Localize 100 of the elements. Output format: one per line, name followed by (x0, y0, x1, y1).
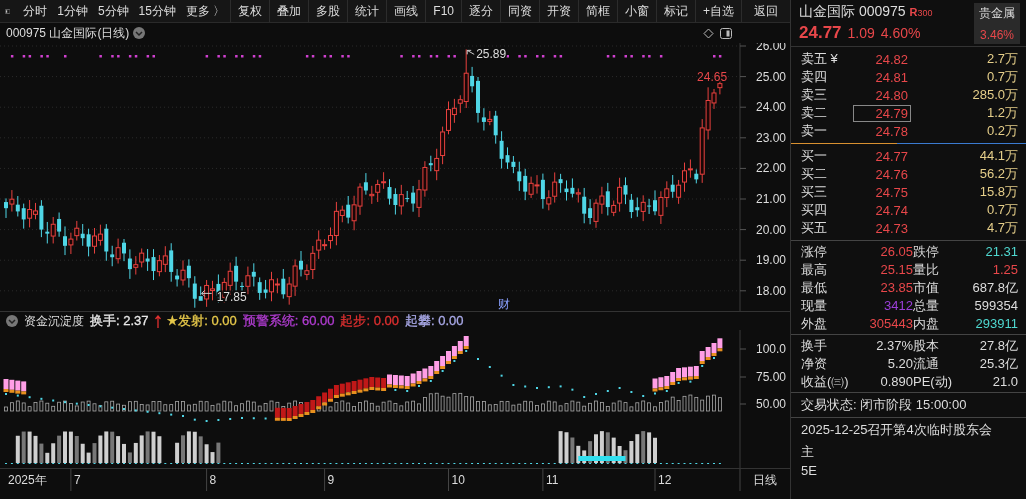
stat-value: 21.0 (991, 373, 1018, 390)
order-price[interactable]: 24.78 (853, 122, 911, 140)
order-price[interactable]: 24.80 (853, 86, 911, 104)
order-volume: 4.7万 (985, 219, 1018, 237)
indicator-value: 预警系统: 60.00 (242, 312, 335, 330)
percent-change: 4.60% (880, 25, 921, 41)
order-price[interactable]: 24.74 (853, 201, 911, 219)
stat-value: 2.37% (875, 337, 913, 354)
dropdown-icon[interactable] (133, 27, 146, 39)
sector-change: 3.46% (980, 28, 1014, 42)
order-volume: 15.8万 (978, 183, 1018, 201)
panel-icon[interactable] (720, 27, 732, 39)
fund-flow-label: 主 (800, 443, 815, 461)
stat-label: 净资 (801, 355, 828, 372)
stat-label: 外盘 (801, 315, 828, 332)
order-price[interactable]: 24.75 (853, 183, 911, 201)
order-price[interactable]: 24.77 (853, 147, 911, 165)
period-tab[interactable]: 分时 (18, 2, 53, 20)
indicator-value: 起步: 0.00 (340, 312, 399, 330)
stat-label: 股本 (913, 337, 940, 354)
stat-label: 涨停 (801, 243, 828, 260)
order-level-label: 卖五 ¥ (801, 50, 839, 68)
price-change: 1.09 (847, 25, 875, 41)
stat-value: 27.8亿 (978, 337, 1018, 354)
price-axis-label: 24.00 (755, 100, 786, 115)
stat-value: 26.05 (879, 243, 913, 260)
stat-label: 跌停 (913, 243, 940, 260)
order-level-label: 买三 (801, 183, 828, 201)
stat-label: 总量 (913, 297, 940, 314)
order-volume: 1.2万 (985, 104, 1018, 122)
sector-name: 贵金属 (979, 5, 1015, 22)
order-level-label: 卖四 (801, 68, 828, 86)
stat-label: 最低 (801, 279, 828, 296)
stat-value: 1.25 (991, 261, 1018, 278)
price-axis-label: 22.00 (755, 161, 786, 176)
order-volume: 285.0万 (971, 86, 1018, 104)
order-volume: 0.7万 (985, 68, 1018, 86)
period-tab[interactable]: 15分钟 (133, 2, 181, 20)
price-axis-label: 19.00 (755, 253, 786, 268)
price-axis-label: 25.00 (755, 69, 786, 84)
order-level-label: 卖一 (801, 122, 828, 140)
order-price[interactable]: 24.73 (853, 219, 911, 237)
event-mark: 财 (498, 297, 510, 311)
stat-value: 305443 (868, 315, 913, 332)
month-label: 11 (545, 473, 559, 487)
stat-value: 0.890 (879, 373, 913, 390)
chart-title: 000975 山金国际(日线) (6, 24, 130, 42)
period-tab[interactable]: 1分钟 (52, 2, 93, 20)
last-price: 24.77 (799, 23, 842, 43)
stat-value: 5.20 (886, 355, 913, 372)
price-axis-label: 18.00 (755, 283, 786, 298)
stat-value: 599354 (973, 297, 1018, 314)
year-label: 2025年 (8, 473, 47, 487)
notice-text[interactable]: 2025-12-25召开第4次临时股东会 (791, 417, 1026, 442)
order-price[interactable]: 24.82 (853, 50, 911, 68)
order-volume: 56.2万 (978, 165, 1018, 183)
diamond-icon[interactable] (703, 27, 714, 39)
order-volume: 0.2万 (985, 122, 1018, 140)
stat-label: 现量 (801, 297, 828, 314)
stat-value: 25.15 (879, 261, 913, 278)
pointer-arrow-icon (201, 289, 213, 297)
order-level-label: 买二 (801, 165, 828, 183)
indicator-value: 换手: 2.37 (90, 312, 149, 330)
stat-value: 687.8亿 (971, 279, 1018, 296)
fund-flow-label: 5E (800, 462, 818, 479)
stat-label: 流通 (913, 355, 940, 372)
month-label: 10 (451, 473, 465, 487)
stat-label: 市值 (913, 279, 940, 296)
period-tab[interactable]: 5分钟 (92, 2, 134, 20)
period-label: 日线 (753, 473, 777, 487)
order-volume: 0.7万 (985, 201, 1018, 219)
index-letter: R (909, 6, 918, 18)
stat-label: 收益(㈢) (801, 373, 850, 390)
month-label: 12 (658, 473, 672, 487)
order-price[interactable]: 24.79 (853, 104, 911, 122)
stat-label: 量比 (913, 261, 940, 278)
up-arrow-icon (154, 314, 161, 328)
period-tab[interactable]: 更多 〉 (180, 2, 231, 20)
price-axis-label: 23.00 (755, 130, 786, 145)
stat-label: PE(动) (913, 373, 953, 390)
order-price[interactable]: 24.81 (853, 68, 911, 86)
indicator-axis-label: 100.0 (755, 342, 786, 356)
order-volume: 44.1万 (978, 147, 1018, 165)
stat-label: 换手 (801, 337, 828, 354)
pointer-arrow-icon (466, 49, 475, 55)
order-level-label: 卖三 (801, 86, 828, 104)
price-axis-label: 20.00 (755, 222, 786, 237)
sector-card[interactable]: 贵金属 3.46% (974, 3, 1020, 44)
indicator-value: ★发射: 0.00 (166, 312, 237, 330)
high-price-label: 25.89 (476, 47, 507, 62)
order-level-label: 买五 (801, 219, 828, 237)
stat-value: 23.85 (879, 279, 913, 296)
last-price-label: 24.65 (697, 70, 728, 85)
order-price[interactable]: 24.76 (853, 165, 911, 183)
trading-status: 交易状态: 闭市阶段 15:00:00 (791, 392, 1026, 417)
stat-value: 21.31 (984, 243, 1018, 260)
indicator-name: 资金沉淀度 (24, 312, 84, 330)
dropdown-icon[interactable] (6, 315, 18, 327)
month-label: 9 (327, 473, 335, 487)
index-number: 300 (917, 8, 933, 18)
